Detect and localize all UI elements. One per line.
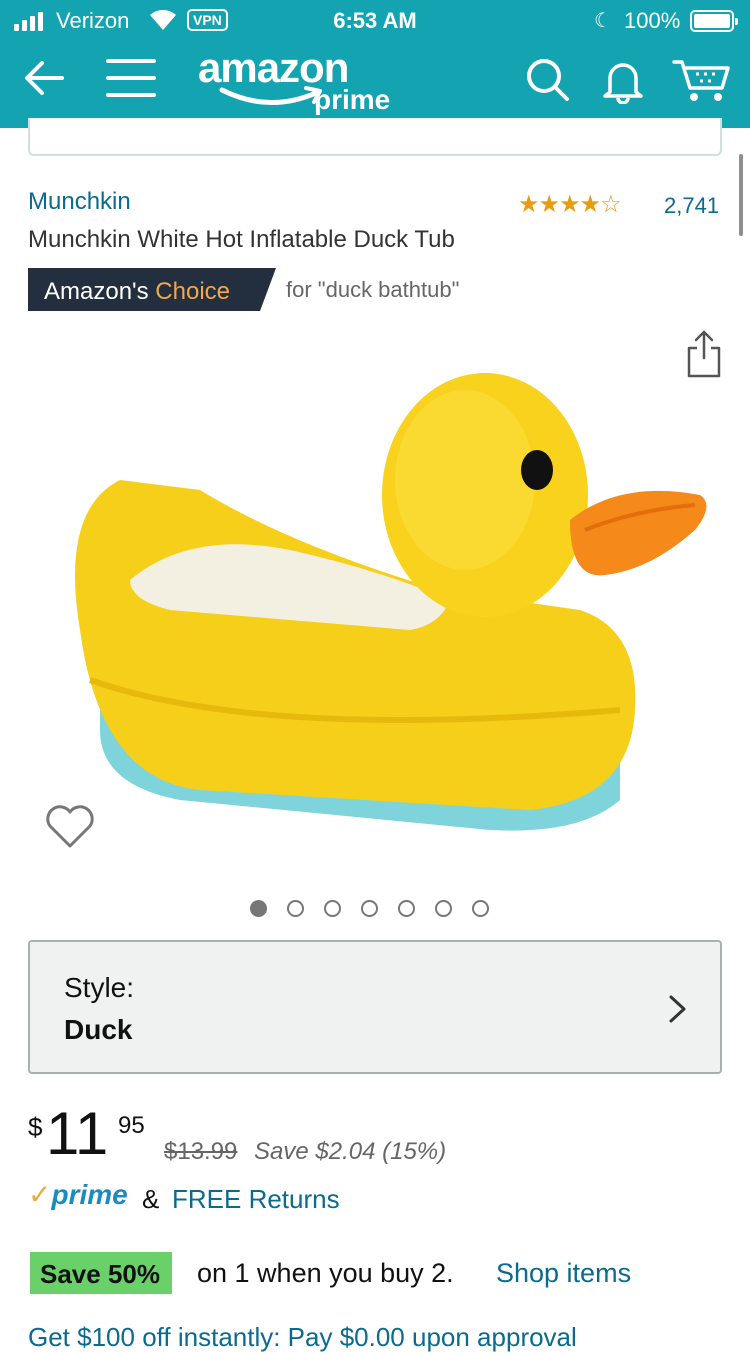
share-icon[interactable] xyxy=(686,330,722,378)
carousel-dot[interactable] xyxy=(250,900,267,917)
savings-text: Save $2.04 (15%) xyxy=(254,1138,447,1165)
prime-logo: ✓prime xyxy=(28,1178,128,1211)
carousel-dot[interactable] xyxy=(324,900,341,917)
brand-link[interactable]: Munchkin xyxy=(28,188,131,216)
back-arrow-icon[interactable] xyxy=(20,54,68,102)
top-bar: Verizon VPN 6:53 AM ☾ 100% amazon prime xyxy=(0,0,750,128)
chevron-right-icon xyxy=(669,995,686,1023)
star-rating[interactable]: ★★★★☆ xyxy=(518,190,622,219)
list-price: $13.99 xyxy=(164,1138,238,1165)
cart-icon[interactable] xyxy=(672,56,732,104)
free-returns-link[interactable]: FREE Returns xyxy=(172,1184,340,1215)
heart-icon[interactable] xyxy=(44,802,96,850)
promo-text: on 1 when you buy 2. xyxy=(197,1258,454,1288)
style-label: Style: xyxy=(64,972,135,1003)
price-cents: 95 xyxy=(118,1112,145,1139)
product-title: Munchkin White Hot Inflatable Duck Tub xyxy=(28,226,455,253)
style-selector[interactable]: Style: Duck xyxy=(28,940,722,1074)
review-count-link[interactable]: 2,741 xyxy=(664,193,719,219)
product-image[interactable] xyxy=(60,330,720,850)
prime-check-icon: ✓ xyxy=(28,1179,52,1210)
style-value: Duck xyxy=(64,1014,133,1045)
battery-icon xyxy=(690,10,738,32)
bell-icon[interactable] xyxy=(600,56,646,104)
carousel-dot[interactable] xyxy=(435,900,452,917)
battery-percent: 100% xyxy=(624,8,681,33)
menu-icon[interactable] xyxy=(106,56,156,100)
status-bar: Verizon VPN 6:53 AM ☾ 100% xyxy=(0,0,750,42)
search-box-edge[interactable] xyxy=(28,118,722,156)
carousel-dot[interactable] xyxy=(287,900,304,917)
carousel-dot[interactable] xyxy=(398,900,415,917)
scrollbar[interactable] xyxy=(739,154,743,236)
smile-arrow-icon xyxy=(219,86,322,105)
amazon-prime-logo[interactable]: amazon prime xyxy=(198,44,408,124)
badge-highlight: Choice xyxy=(155,278,231,305)
carousel-dot[interactable] xyxy=(472,900,489,917)
price-currency: $ xyxy=(28,1112,43,1142)
ampersand: & xyxy=(142,1184,160,1214)
shop-items-link[interactable]: Shop items xyxy=(496,1258,631,1289)
financing-offer-link[interactable]: Get $100 off instantly: Pay $0.00 upon a… xyxy=(28,1322,577,1353)
price-whole: 11 xyxy=(46,1100,109,1167)
badge-prefix: Amazon's xyxy=(44,278,149,305)
badge-query: for "duck bathtub" xyxy=(286,277,460,302)
prime-word: prime xyxy=(51,1179,128,1210)
nav-bar: amazon prime xyxy=(0,42,750,128)
amazons-choice-badge: Amazon's Choice xyxy=(28,268,276,311)
promo-badge: Save 50% xyxy=(30,1252,172,1294)
carousel-dot[interactable] xyxy=(361,900,378,917)
image-carousel-dots[interactable] xyxy=(250,900,489,917)
logo-prime: prime xyxy=(314,84,391,115)
do-not-disturb-icon: ☾ xyxy=(594,10,612,32)
search-icon[interactable] xyxy=(524,56,570,102)
